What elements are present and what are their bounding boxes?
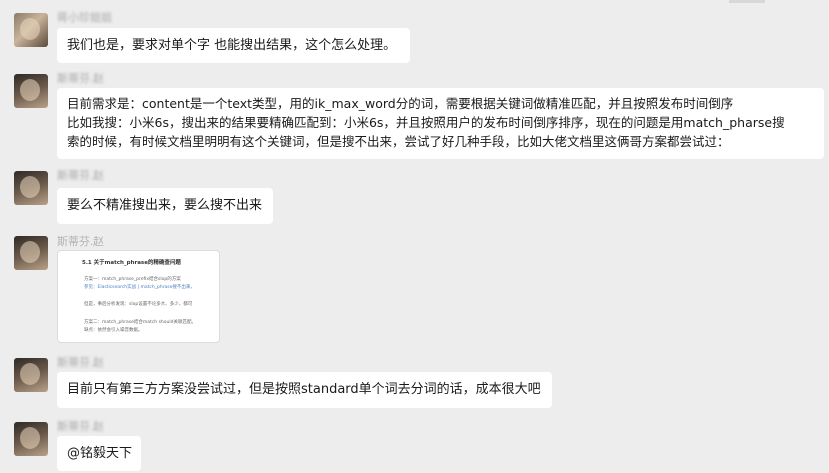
message-bubble[interactable]: @铭毅天下 [57,436,141,471]
avatar[interactable] [14,13,48,47]
sender-name: 斯蒂芬.赵 [57,170,105,182]
image-row: 但是，事后分析发现：slop设置不论多大、多少，都可 [84,302,193,307]
message-bubble[interactable]: 目前需求是：content是一个text类型，用的ik_max_word分的词，… [57,88,824,159]
message-text: 比如我搜：小米6s，搜出来的结果要精确匹配到：小米6s，并且按照用户的发布时间倒… [67,115,785,130]
image-title: 5.1 关于match_phrase的精确查问题 [82,260,181,266]
message-bubble[interactable]: 要么不精准搜出来，要么搜不出来 [57,188,273,224]
message-text: 索的时候，有时候文档里明明有这个关键词，但是搜不出来，尝试了好几种手段，比如大佬… [67,134,730,149]
sender-name: 斯蒂芬.赵 [57,357,105,369]
image-row: 缺点：依然会引入噪音数据。 [84,328,143,333]
avatar[interactable] [14,74,48,108]
sender-name: 斯蒂芬.赵 [57,421,105,433]
sender-name: 斯蒂芬.赵 [57,73,105,85]
avatar[interactable] [14,422,48,456]
message-text: 要么不精准搜出来，要么搜不出来 [67,198,263,213]
image-row: 方案二：match_phrase结合match should关联匹配。 [84,320,196,325]
sender-name: 蒋小珍姐姐 [57,12,112,24]
image-row: 方案一：match_phrase_prefix结合slop的方案 [84,277,181,282]
message-text: 目前只有第三方方案没尝试过，但是按照standard单个词去分词的话，成本很大吧 [67,382,541,397]
message-text: 我们也是，要求对单个字 也能搜出结果，这个怎么处理。 [67,38,397,53]
message-text: 目前需求是：content是一个text类型，用的ik_max_word分的词，… [67,96,734,111]
avatar[interactable] [14,236,48,270]
sender-name: 斯蒂芬.赵 [57,236,105,248]
image-row: 参见：Elasticsearch实战 | match_phrase搜不出来， [84,285,195,290]
message-text: @铭毅天下 [67,446,133,461]
message-bubble[interactable]: 我们也是，要求对单个字 也能搜出结果，这个怎么处理。 [57,28,410,63]
window-control-strip[interactable] [729,0,765,3]
image-attachment[interactable]: 5.1 关于match_phrase的精确查问题 方案一：match_phras… [57,250,220,343]
avatar[interactable] [14,358,48,392]
avatar[interactable] [14,171,48,205]
message-bubble[interactable]: 目前只有第三方方案没尝试过，但是按照standard单个词去分词的话，成本很大吧 [57,372,552,408]
